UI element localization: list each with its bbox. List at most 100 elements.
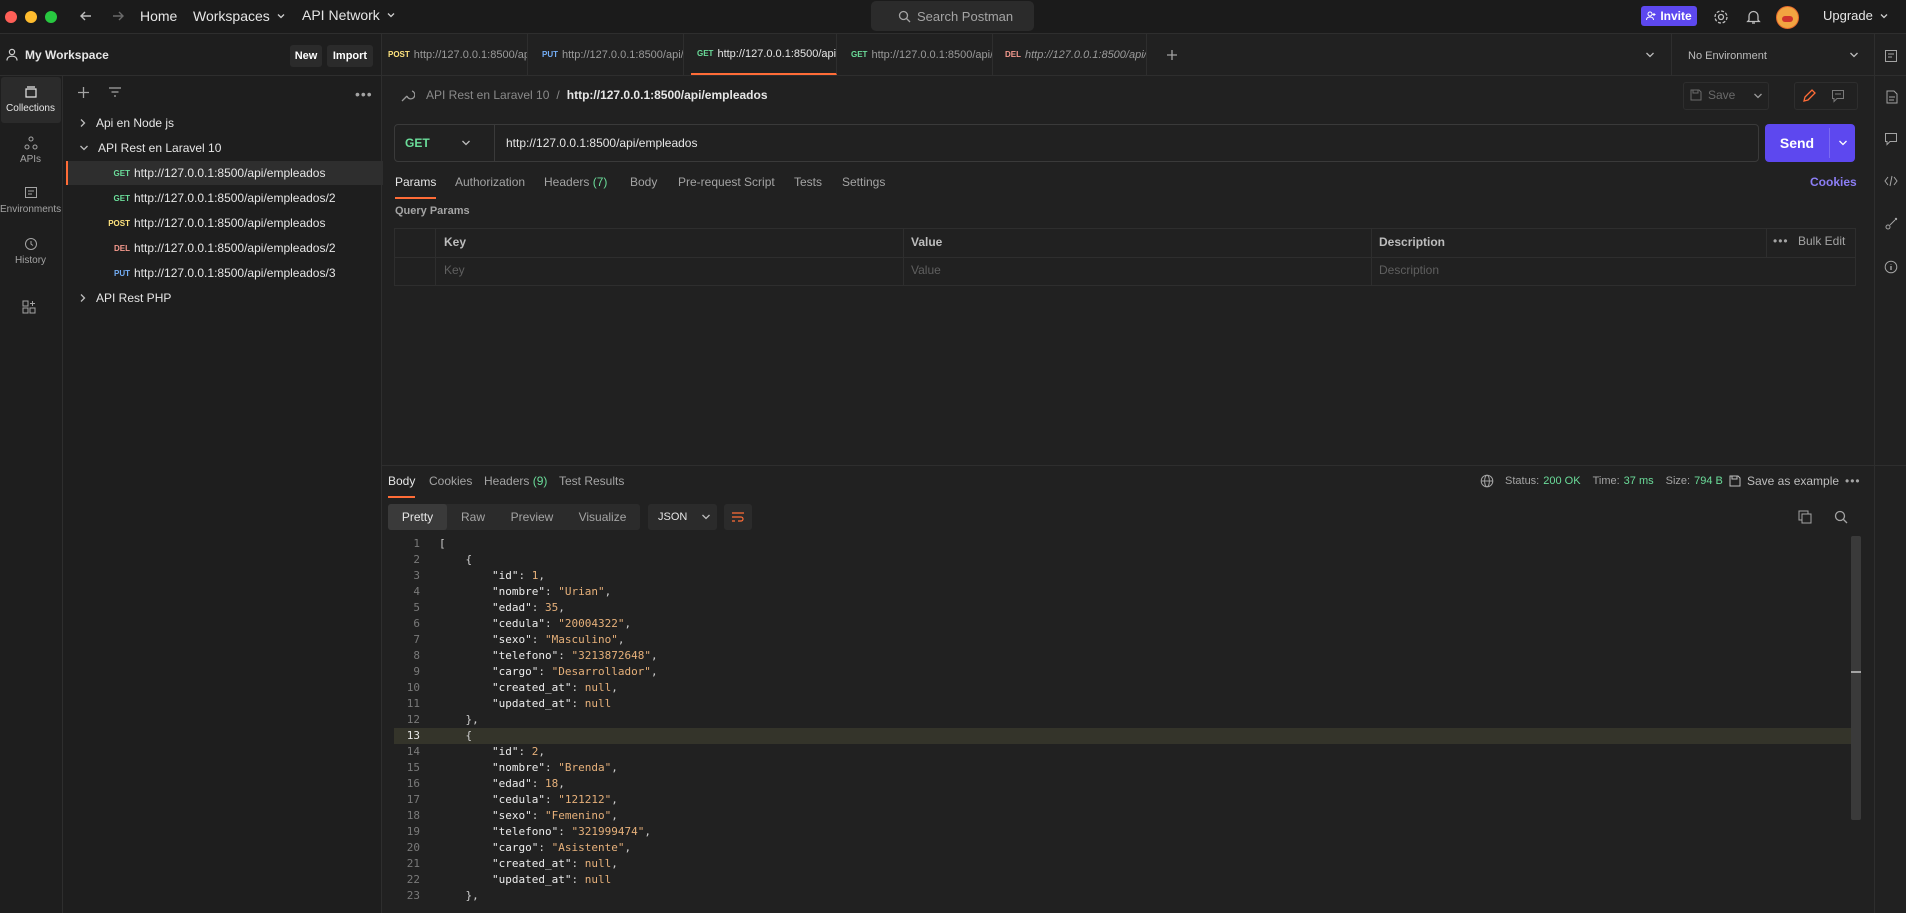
- rail-item-history[interactable]: History: [0, 237, 61, 266]
- request-item[interactable]: DEL http://127.0.0.1:8500/api/empleados/…: [63, 236, 381, 260]
- notifications-bell-icon[interactable]: [1746, 9, 1761, 25]
- url-input[interactable]: http://127.0.0.1:8500/api/empleados: [506, 136, 697, 150]
- wrap-lines-icon: [732, 512, 744, 522]
- new-tab-plus-icon[interactable]: [1166, 49, 1178, 61]
- documentation-icon[interactable]: [1886, 90, 1898, 104]
- invite-button[interactable]: Invite: [1641, 6, 1697, 26]
- code-line: 5 "edad": 35,: [394, 600, 1854, 616]
- filter-icon[interactable]: [108, 86, 122, 98]
- param-description-input[interactable]: Description: [1379, 263, 1439, 277]
- tab-body[interactable]: Body: [630, 175, 657, 189]
- request-tab[interactable]: PUT http://127.0.0.1:8500/api/e: [536, 34, 684, 75]
- forward-arrow-icon[interactable]: [111, 9, 125, 23]
- search-input[interactable]: Search Postman: [871, 1, 1034, 31]
- more-options-icon[interactable]: •••: [355, 86, 373, 102]
- request-item[interactable]: GET http://127.0.0.1:8500/api/empleados: [63, 161, 381, 185]
- settings-gear-icon[interactable]: [1713, 9, 1729, 25]
- collection-item[interactable]: API Rest en Laravel 10: [63, 136, 381, 160]
- tab-params[interactable]: Params: [395, 175, 436, 199]
- send-options-chevron-icon[interactable]: [1838, 139, 1848, 147]
- code-line: 20 "cargo": "Asistente",: [394, 840, 1854, 856]
- environment-selector[interactable]: No Environment: [1688, 50, 1767, 62]
- view-preview[interactable]: Preview: [499, 504, 565, 530]
- related-collections-icon[interactable]: [1884, 217, 1898, 231]
- chevron-right-icon: [80, 119, 86, 127]
- response-tab-body[interactable]: Body: [388, 474, 416, 498]
- request-item[interactable]: POST http://127.0.0.1:8500/api/empleados: [63, 211, 381, 235]
- scrollbar-thumb[interactable]: [1851, 536, 1861, 820]
- tabs-menu-chevron-icon[interactable]: [1645, 51, 1655, 59]
- api-icon[interactable]: [1884, 49, 1898, 63]
- add-user-icon: [1646, 11, 1656, 21]
- cookies-link[interactable]: Cookies: [1810, 175, 1857, 189]
- globe-icon[interactable]: [1480, 474, 1494, 488]
- tab-settings[interactable]: Settings: [842, 175, 885, 189]
- minimize-window-button[interactable]: [25, 11, 37, 23]
- more-options-icon[interactable]: •••: [1845, 474, 1861, 488]
- rail-item-apis[interactable]: APIs: [0, 136, 61, 165]
- environment-chevron-icon[interactable]: [1849, 51, 1859, 59]
- response-size[interactable]: 794 B: [1694, 475, 1723, 487]
- response-tab-headers[interactable]: Headers (9): [484, 474, 547, 488]
- rail-item-environments[interactable]: Environments: [0, 186, 61, 215]
- more-options-icon[interactable]: •••: [1773, 234, 1789, 248]
- request-tab[interactable]: GET http://127.0.0.1:8500/api/e: [845, 34, 993, 75]
- user-icon: [6, 48, 18, 61]
- save-dropdown-icon[interactable]: [1753, 92, 1763, 100]
- workspace-name[interactable]: My Workspace: [25, 48, 109, 62]
- import-button[interactable]: Import: [327, 45, 373, 67]
- workspaces-menu[interactable]: Workspaces: [193, 8, 286, 24]
- code-text: "cedula": "121212",: [491, 793, 618, 806]
- copy-icon[interactable]: [1798, 510, 1812, 524]
- tab-pre-request-script[interactable]: Pre-request Script: [678, 175, 775, 189]
- collection-item[interactable]: API Rest PHP: [63, 286, 381, 310]
- response-tab-test-results[interactable]: Test Results: [559, 474, 624, 488]
- configure-sidebar-icon[interactable]: [22, 300, 36, 314]
- view-visualize[interactable]: Visualize: [565, 504, 640, 530]
- code-icon[interactable]: [1884, 175, 1898, 187]
- info-icon[interactable]: [1884, 260, 1898, 274]
- collection-item[interactable]: Api en Node js: [63, 111, 381, 135]
- wrap-lines-button[interactable]: [724, 504, 752, 530]
- param-key-input[interactable]: Key: [444, 263, 465, 277]
- response-time[interactable]: 37 ms: [1624, 475, 1654, 487]
- new-button[interactable]: New: [290, 45, 322, 67]
- upgrade-button[interactable]: Upgrade: [1823, 8, 1889, 23]
- save-as-example-button[interactable]: Save as example: [1729, 474, 1839, 488]
- param-value-input[interactable]: Value: [911, 263, 941, 277]
- user-avatar[interactable]: [1776, 6, 1799, 29]
- view-pretty[interactable]: Pretty: [388, 504, 447, 530]
- back-arrow-icon[interactable]: [79, 9, 93, 23]
- method-select[interactable]: GET: [395, 125, 495, 161]
- breadcrumb-collection[interactable]: API Rest en Laravel 10: [426, 88, 549, 102]
- rail-item-collections[interactable]: Collections: [0, 85, 61, 114]
- api-network-menu[interactable]: API Network: [302, 7, 396, 23]
- bulk-edit-button[interactable]: Bulk Edit: [1798, 234, 1845, 248]
- request-tab-active[interactable]: GET http://127.0.0.1:8500/api/e: [691, 34, 837, 75]
- tab-authorization[interactable]: Authorization: [455, 175, 525, 189]
- response-body-code[interactable]: 1[2 {3 "id": 1, 4 "nombre": "Urian", 5 "ed…: [394, 536, 1854, 913]
- comment-mode-icon[interactable]: [1831, 89, 1845, 103]
- status-badge[interactable]: 200 OK: [1543, 475, 1580, 487]
- add-collection-icon[interactable]: [77, 86, 90, 99]
- zoom-window-button[interactable]: [45, 11, 57, 23]
- comments-icon[interactable]: [1884, 132, 1898, 146]
- request-tab[interactable]: POST http://127.0.0.1:8500/api/: [382, 34, 528, 75]
- breadcrumb-request[interactable]: http://127.0.0.1:8500/api/empleados: [567, 88, 768, 102]
- send-button[interactable]: Send: [1765, 124, 1829, 162]
- view-raw[interactable]: Raw: [447, 504, 499, 530]
- tab-tests[interactable]: Tests: [794, 175, 822, 189]
- request-tab[interactable]: DEL http://127.0.0.1:8500/api/e: [999, 34, 1147, 75]
- request-item[interactable]: GET http://127.0.0.1:8500/api/empleados/…: [63, 186, 381, 210]
- search-icon[interactable]: [1834, 510, 1848, 524]
- response-tab-cookies[interactable]: Cookies: [429, 474, 472, 488]
- response-divider[interactable]: [382, 465, 1906, 466]
- home-link[interactable]: Home: [140, 8, 177, 24]
- line-number: 16: [406, 777, 420, 790]
- close-window-button[interactable]: [5, 11, 17, 23]
- save-button[interactable]: Save: [1690, 88, 1735, 102]
- request-item[interactable]: PUT http://127.0.0.1:8500/api/empleados/…: [63, 261, 381, 285]
- tab-headers[interactable]: Headers (7): [544, 175, 607, 189]
- format-select[interactable]: JSON: [648, 504, 717, 530]
- edit-pencil-icon[interactable]: [1801, 88, 1817, 104]
